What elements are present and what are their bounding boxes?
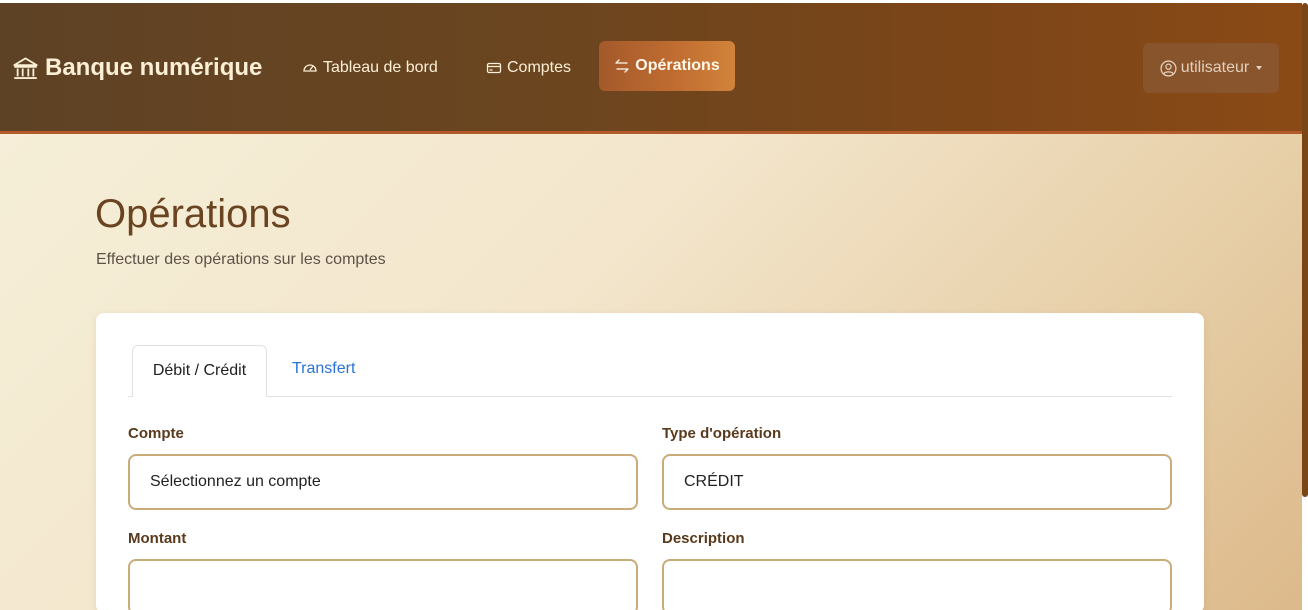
scrollbar-thumb[interactable]	[1302, 3, 1308, 497]
brand-name: Banque numérique	[45, 54, 263, 81]
chevron-down-icon	[1256, 66, 1263, 70]
user-menu-button[interactable]: utilisateur	[1143, 43, 1279, 93]
speedometer-icon	[303, 64, 317, 72]
description-label: Description	[662, 530, 745, 547]
user-circle-icon	[1160, 59, 1177, 77]
user-menu-label: utilisateur	[1180, 59, 1250, 76]
brand[interactable]: Banque numérique	[12, 53, 262, 83]
credit-card-icon	[486, 62, 502, 74]
navbar: Banque numérique Tableau de bord Comptes…	[0, 3, 1302, 134]
nav-link-label: Comptes	[507, 59, 572, 76]
nav-link-accounts[interactable]: Comptes	[486, 56, 571, 80]
nav-link-label: Opérations	[635, 57, 720, 74]
page-title: Opérations	[95, 192, 291, 236]
operation-type-label: Type d'opération	[662, 425, 782, 442]
amount-label: Montant	[128, 530, 187, 547]
nav-link-label: Tableau de bord	[323, 59, 438, 76]
amount-input[interactable]	[128, 559, 638, 610]
description-input[interactable]	[662, 559, 1172, 610]
bank-icon	[13, 56, 38, 79]
page-subtitle: Effectuer des opérations sur les comptes	[96, 251, 386, 268]
account-label: Compte	[128, 425, 184, 442]
nav-link-operations[interactable]: Opérations	[599, 41, 735, 91]
arrows-exchange-icon	[615, 59, 629, 73]
tab-debit-credit[interactable]: Débit / Crédit	[132, 345, 267, 397]
tab-transfer[interactable]: Transfert	[292, 360, 355, 378]
tabs-divider	[128, 396, 1172, 397]
operations-card: Débit / Crédit Transfert Compte Sélectio…	[96, 313, 1204, 610]
operation-type-select[interactable]: CRÉDIT	[662, 454, 1172, 510]
nav-link-dashboard[interactable]: Tableau de bord	[302, 56, 438, 80]
account-select[interactable]: Sélectionnez un compte	[128, 454, 638, 510]
